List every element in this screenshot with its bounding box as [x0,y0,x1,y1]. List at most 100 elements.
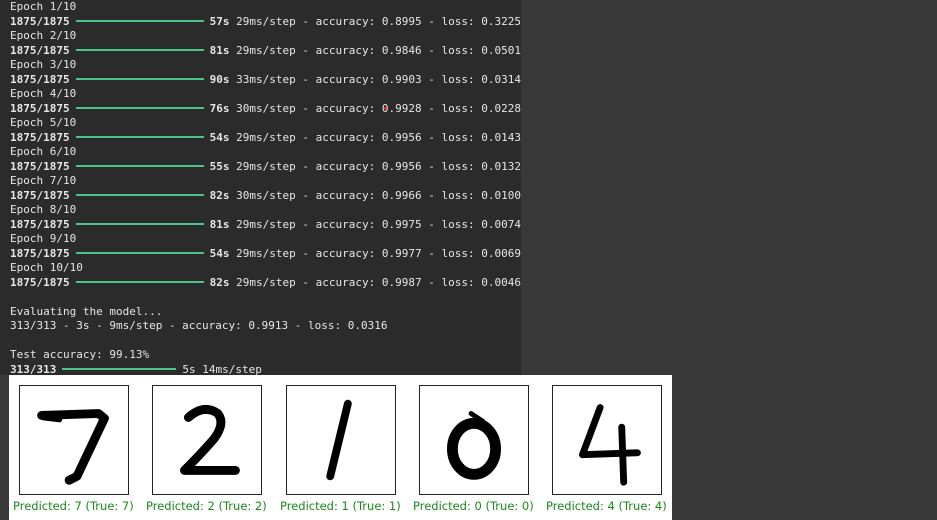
accuracy-label: accuracy: [315,43,376,57]
separator: - [295,246,316,260]
loss-label: loss: [441,246,475,260]
progress-bar [75,77,204,80]
separator: - [421,246,442,260]
epoch-progress-line: 1875/1875 54s 29ms/step - accuracy: 0.995… [10,131,521,145]
loss-label: loss: [441,101,475,115]
loss-label: loss: [441,159,475,173]
separator: - [295,217,316,231]
epoch-step-time: 30ms/step [236,188,296,202]
epoch-label: Epoch 1/10 [10,0,77,13]
prediction-caption: Predicted: 1 (True: 1) [280,499,401,513]
loss-label: loss: [441,275,475,289]
loss-value: 0.0143 [481,130,521,144]
loss-value: 0.0314 [481,72,521,86]
epoch-step-time: 29ms/step [236,130,296,144]
epoch-progress-line: 1875/1875 54s 29ms/step - accuracy: 0.997… [10,247,521,261]
prediction-caption: Predicted: 4 (True: 4) [546,499,667,513]
separator: - [295,101,316,115]
separator: - [421,217,442,231]
handwritten-digit [37,409,109,485]
handwritten-digit [180,405,240,475]
epoch-progress-line: 1875/1875 81s 29ms/step - accuracy: 0.984… [10,44,521,58]
epoch-time: 76s [209,101,230,115]
loss-value: 0.0069 [481,246,521,260]
loss-label: loss: [441,72,475,86]
epoch-step-time: 29ms/step [236,275,296,289]
accuracy-value: 0.9975 [381,217,422,231]
separator: - [421,188,442,202]
handwritten-digit [326,399,352,481]
digit-image-0 [419,385,529,495]
epoch-progress-line: 1875/1875 90s 33ms/step - accuracy: 0.990… [10,73,521,87]
prediction-figure: Predicted: 7 (True: 7) Predicted: 2 (True… [9,375,672,520]
epoch-steps: 1875/1875 [10,14,70,28]
loss-label: loss: [441,14,475,28]
predict-time: 5s 14ms/step [182,362,262,376]
progress-bar [75,251,204,254]
epoch-steps: 1875/1875 [10,275,70,289]
accuracy-value: 0.8995 [381,14,422,28]
separator: - [421,43,442,57]
separator: - [421,275,442,289]
epoch-steps: 1875/1875 [10,246,70,260]
accuracy-value: 0.9956 [381,159,422,173]
loss-label: loss: [441,130,475,144]
epoch-time: 54s [209,130,230,144]
accuracy-label: accuracy: [315,14,376,28]
accuracy-value: 0.9846 [381,43,422,57]
digit-image-2 [152,385,262,495]
progress-bar [75,48,204,51]
separator: - [295,72,316,86]
epoch-label: Epoch 5/10 [10,116,77,129]
separator: - [421,14,442,28]
epoch-time: 81s [209,43,230,57]
prediction-caption: Predicted: 0 (True: 0) [413,499,534,513]
epoch-progress-line: 1875/1875 82s 30ms/step - accuracy: 0.996… [10,189,521,203]
epoch-label: Epoch 4/10 [10,87,77,100]
predict-steps: 313/313 [10,362,57,376]
prediction-caption: Predicted: 2 (True: 2) [146,499,267,513]
loss-value: 0.0046 [481,275,521,289]
separator: - [295,14,316,28]
prediction-caption: Predicted: 7 (True: 7) [13,499,134,513]
loss-value: 0.0100 [481,188,521,202]
digit-image-7 [19,385,129,495]
epoch-progress-line: 1875/1875 76s 30ms/step - accuracy: 0.992… [10,102,521,116]
accuracy-label: accuracy: [315,246,376,260]
loss-label: loss: [441,217,475,231]
progress-bar [75,193,204,196]
epoch-time: 82s [209,275,230,289]
epoch-time: 54s [209,246,230,260]
loss-value: 0.3225 [481,14,521,28]
accuracy-label: accuracy: [315,130,376,144]
epoch-steps: 1875/1875 [10,43,70,57]
epoch-label: Epoch 6/10 [10,145,77,158]
epoch-label: Epoch 10/10 [10,261,83,274]
handwritten-digit [579,404,641,486]
progress-bar [75,280,204,283]
loss-label: loss: [441,188,475,202]
epoch-time: 57s [209,14,230,28]
epoch-steps: 1875/1875 [10,130,70,144]
separator: - [421,101,442,115]
epoch-progress-line: 1875/1875 57s 29ms/step - accuracy: 0.899… [10,15,521,29]
epoch-step-time: 29ms/step [236,217,296,231]
epoch-label: Epoch 8/10 [10,203,77,216]
epoch-step-time: 29ms/step [236,14,296,28]
separator: - [421,159,442,173]
epoch-steps: 1875/1875 [10,159,70,173]
progress-bar [75,135,204,138]
progress-bar [75,222,204,225]
loss-value: 0.0228 [481,101,521,115]
cursor-dot [384,107,387,110]
separator: - [295,43,316,57]
test-accuracy: Test accuracy: 99.13% [10,348,150,361]
epoch-steps: 1875/1875 [10,72,70,86]
handwritten-digit [447,411,501,480]
separator: - [421,72,442,86]
epoch-label: Epoch 9/10 [10,232,77,245]
evaluating-text: Evaluating the model... [10,304,163,318]
epoch-step-time: 29ms/step [236,159,296,173]
digit-image-1 [286,385,396,495]
loss-value: 0.0074 [481,217,521,231]
